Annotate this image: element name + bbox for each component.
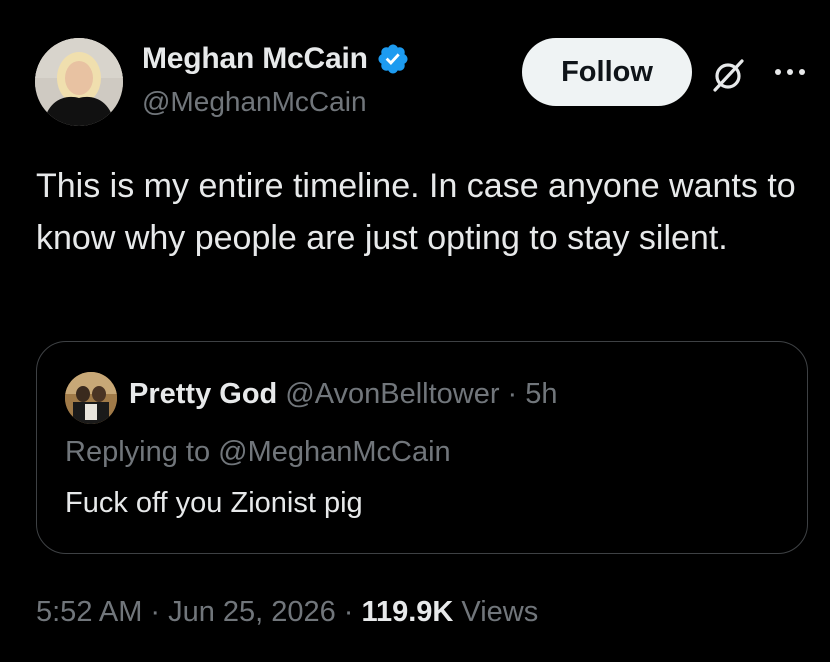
author-avatar[interactable] <box>35 38 123 126</box>
verified-badge-icon[interactable] <box>376 42 410 76</box>
quoted-tweet-age[interactable]: 5h <box>525 378 557 411</box>
tweet-meta: 5:52 AM · Jun 25, 2026 · 119.9K Views <box>36 596 538 629</box>
quoted-author-name[interactable]: Pretty God <box>129 378 277 411</box>
more-options-icon[interactable] <box>770 60 810 84</box>
tweet-time[interactable]: 5:52 AM <box>36 596 142 629</box>
separator-dot: · <box>507 378 518 410</box>
quoted-tweet-card[interactable]: Pretty God @AvonBelltower · 5h Replying … <box>36 341 808 554</box>
author-display-name[interactable]: Meghan McCain <box>142 42 368 76</box>
separator-dot: · <box>343 596 354 628</box>
author-handle[interactable]: @MeghanMcCain <box>142 86 367 118</box>
quoted-author-handle[interactable]: @AvonBelltower <box>285 378 499 411</box>
views-label: Views <box>461 596 539 628</box>
follow-button[interactable]: Follow <box>522 38 692 106</box>
tweet: Meghan McCain @MeghanMcCain Follow This … <box>0 0 830 662</box>
replying-to-label: Replying to @MeghanMcCain <box>65 436 451 468</box>
quoted-author-avatar[interactable] <box>65 372 117 424</box>
grok-icon[interactable] <box>708 55 748 95</box>
quoted-tweet-header: Pretty God @AvonBelltower · 5h <box>129 378 557 411</box>
quoted-tweet-text: Fuck off you Zionist pig <box>65 487 363 519</box>
views-count[interactable]: 119.9K <box>361 596 453 629</box>
tweet-text: This is my entire timeline. In case anyo… <box>36 167 796 257</box>
tweet-date[interactable]: Jun 25, 2026 <box>168 596 336 629</box>
author-name-row: Meghan McCain <box>142 42 410 76</box>
separator-dot: · <box>150 596 161 628</box>
